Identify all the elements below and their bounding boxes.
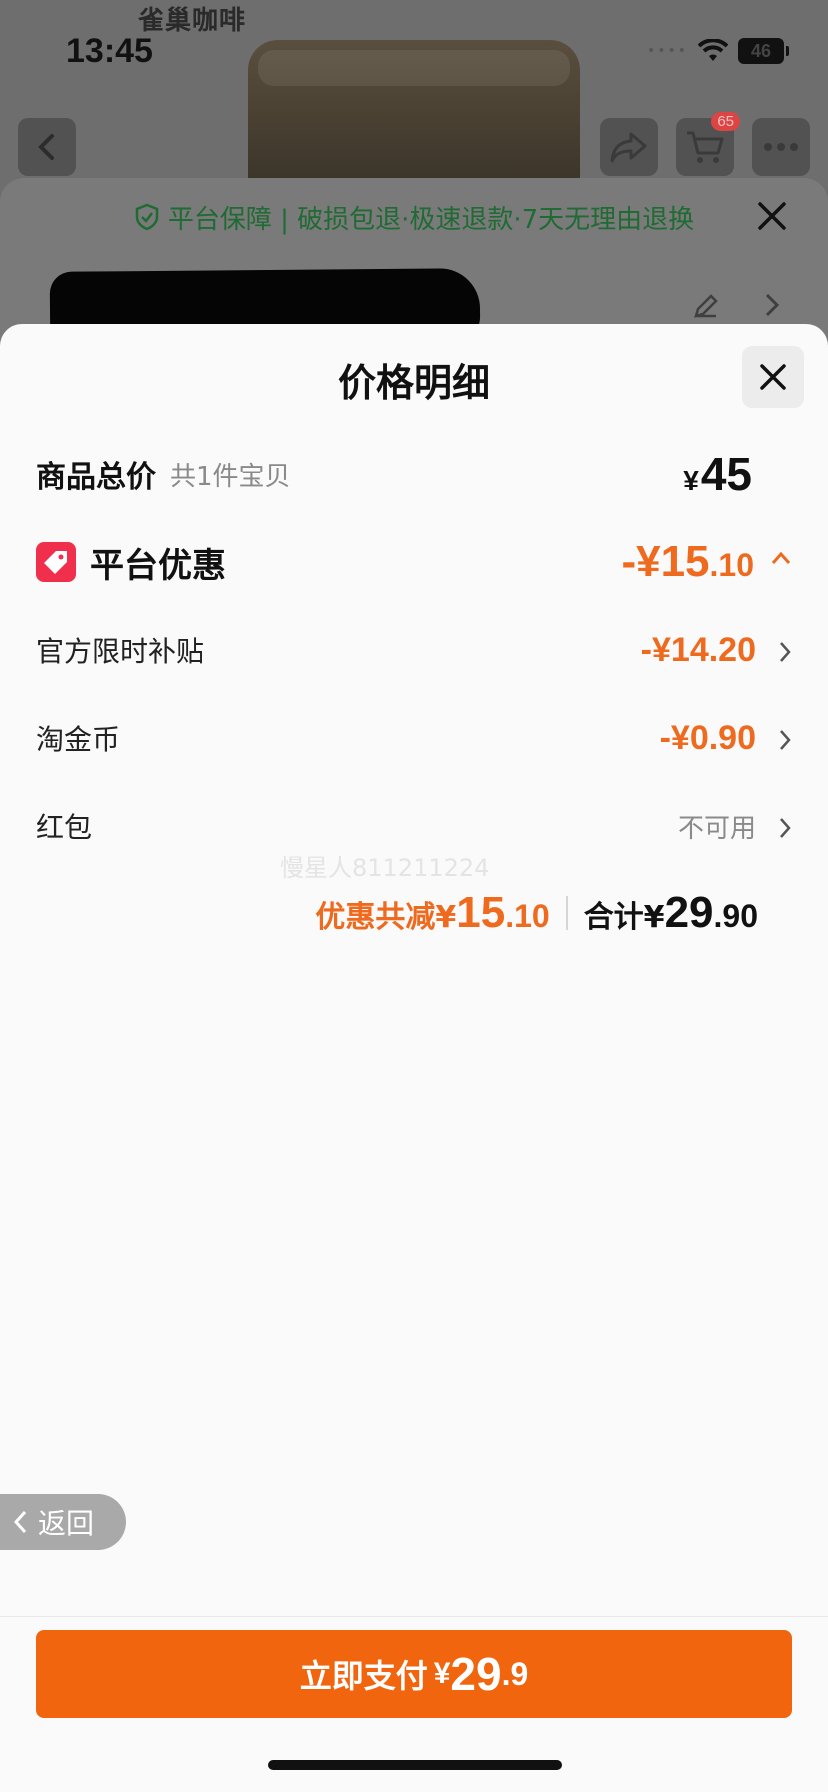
guarantee-text: 平台保障 | 破损包退·极速退款·7天无理由退换 (167, 204, 695, 235)
battery-indicator: 46 (738, 38, 789, 64)
goods-count: 共1件宝贝 (170, 461, 291, 492)
platform-discount-row[interactable]: 平台优惠 -¥15.10 (36, 532, 792, 592)
price-summary: 优惠共减¥15.10 合计¥29.90 (315, 888, 758, 938)
cart-icon (687, 131, 724, 163)
subsidy-label: 官方限时补贴 (36, 635, 205, 668)
total-amount: 合计¥29.90 (583, 888, 758, 937)
pay-yen: ¥ (433, 1657, 451, 1690)
status-time: 13:45 (66, 32, 153, 70)
more-icon (764, 143, 798, 151)
guarantee-bar: 平台保障 | 破损包退·极速退款·7天无理由退换 (0, 178, 828, 256)
back-button[interactable] (18, 118, 76, 176)
edit-icon[interactable] (692, 292, 720, 324)
pay-amount-dec: .9 (501, 1655, 529, 1692)
pay-now-button[interactable]: 立即支付 ¥ 29 .9 (36, 1630, 792, 1718)
guarantee-close-button[interactable] (752, 196, 792, 236)
status-icons: •••• 46 (646, 38, 789, 64)
more-button[interactable] (752, 118, 810, 176)
taojinbi-value: -¥0.90 (659, 718, 756, 757)
chevron-left-icon (12, 1509, 28, 1535)
chevron-right-icon (764, 292, 780, 322)
total-discount: 优惠共减¥15.10 (315, 888, 550, 937)
goods-total-label: 商品总价 (36, 460, 156, 495)
chevron-up-icon (770, 550, 792, 570)
shield-icon (134, 203, 160, 231)
close-icon (760, 364, 786, 390)
platform-discount-label: 平台优惠 (90, 545, 226, 586)
tag-icon (36, 542, 76, 582)
cart-badge: 65 (711, 112, 740, 131)
platform-discount-value: -¥15.10 (621, 537, 754, 586)
close-icon (758, 202, 786, 230)
taojinbi-label: 淘金币 (36, 723, 121, 756)
watermark: 慢星人811211224 (280, 854, 490, 882)
taojinbi-row[interactable]: 淘金币 -¥0.90 (36, 708, 792, 768)
bottom-divider (0, 1616, 828, 1617)
price-detail-sheet: 价格明细 商品总价 共1件宝贝 ¥45 平台优惠 -¥15.10 官方限时补贴 … (0, 324, 828, 1792)
goods-total-row: 商品总价 共1件宝贝 ¥45 (36, 444, 792, 504)
chevron-right-icon (778, 728, 792, 756)
chevron-right-icon (778, 640, 792, 668)
signal-icon: •••• (646, 43, 688, 59)
pay-label: 立即支付 (299, 1657, 428, 1695)
wifi-icon (698, 39, 728, 63)
sheet-title: 价格明细 (337, 361, 490, 405)
subsidy-value: -¥14.20 (640, 630, 756, 669)
back-pill-button[interactable]: 返回 (0, 1494, 126, 1550)
summary-divider (565, 896, 568, 930)
red-packet-row[interactable]: 红包 不可用 (36, 796, 792, 856)
back-pill-label: 返回 (38, 1507, 95, 1540)
cart-button[interactable]: 65 (676, 112, 740, 176)
red-packet-value: 不可用 (677, 813, 756, 844)
share-icon (610, 132, 647, 163)
status-bar: 13:45 •••• 46 (0, 0, 828, 100)
home-indicator (268, 1760, 562, 1770)
back-icon (38, 134, 54, 160)
goods-total-value: ¥45 (683, 448, 752, 500)
chevron-right-icon (778, 816, 792, 844)
sheet-close-button[interactable] (742, 346, 804, 408)
pay-amount-int: 29 (450, 1648, 502, 1700)
red-packet-label: 红包 (36, 811, 93, 844)
subsidy-row[interactable]: 官方限时补贴 -¥14.20 (36, 620, 792, 680)
share-button[interactable] (600, 118, 658, 176)
